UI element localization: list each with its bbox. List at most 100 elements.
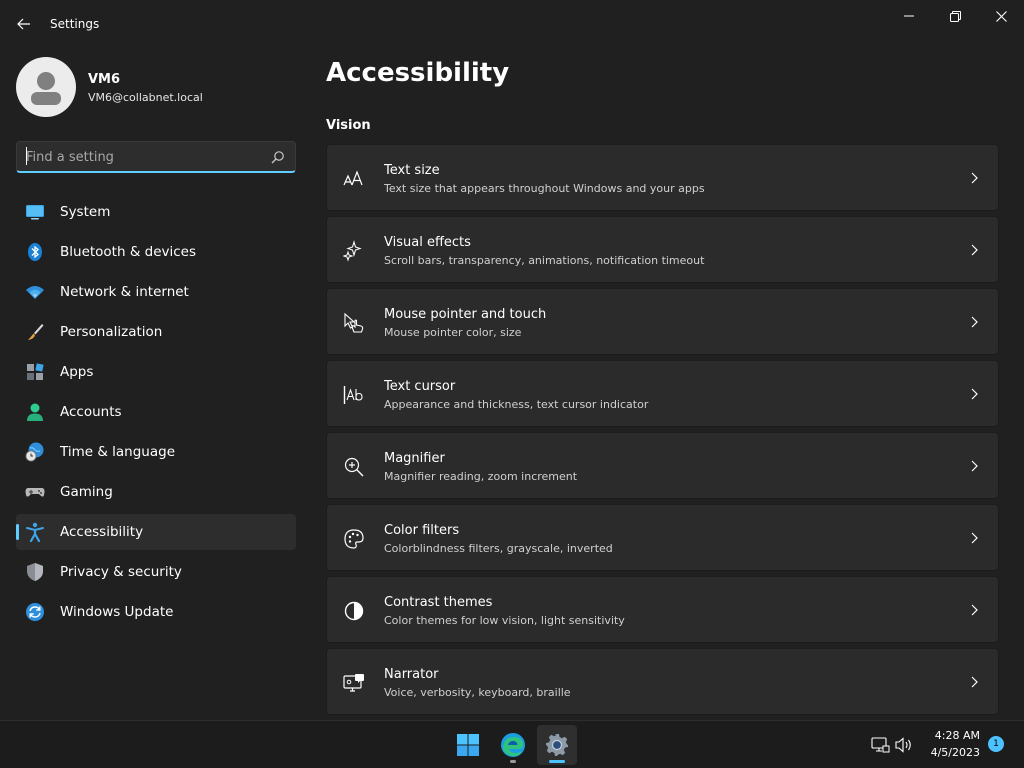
sidebar-item-label: Apps [60, 364, 94, 380]
card-description: Scroll bars, transparency, animations, n… [384, 254, 705, 267]
sidebar-item-windows-update[interactable]: Windows Update [16, 594, 296, 630]
main-content: Accessibility Vision Text size Text size… [326, 0, 1024, 720]
settings-gear-icon [546, 734, 568, 756]
text-cursor-icon [343, 386, 363, 404]
card-title: Text cursor [384, 379, 456, 394]
back-button[interactable] [10, 10, 38, 38]
sidebar-item-label: System [60, 204, 111, 220]
volume-icon[interactable] [894, 735, 914, 755]
accessibility-icon [26, 522, 44, 542]
pointer-hand-icon [344, 312, 364, 333]
sidebar-item-label: Time & language [60, 444, 176, 460]
globe-clock-icon [25, 442, 44, 462]
profile-name: VM6 [88, 72, 121, 87]
narrator-icon [343, 674, 364, 692]
chevron-right-icon [971, 316, 978, 328]
sidebar-item-time-language[interactable]: Time & language [16, 434, 296, 470]
card-description: Text size that appears throughout Window… [384, 182, 705, 195]
chevron-right-icon [971, 532, 978, 544]
sidebar-item-label: Gaming [60, 484, 113, 500]
sidebar-item-apps[interactable]: Apps [16, 354, 296, 390]
arrow-left-icon [17, 18, 30, 30]
app-title: Settings [50, 17, 100, 31]
settings-card-mouse-pointer[interactable]: Mouse pointer and touch Mouse pointer co… [326, 288, 999, 355]
profile-email: VM6@collabnet.local [88, 91, 203, 104]
app-running-indicator [510, 760, 516, 763]
system-icon [26, 205, 44, 220]
card-title: Visual effects [384, 235, 471, 250]
gamepad-icon [25, 488, 45, 497]
sidebar-item-system[interactable]: System [16, 194, 296, 230]
taskbar-edge-button[interactable] [493, 725, 533, 765]
sidebar-item-label: Bluetooth & devices [60, 244, 197, 260]
card-description: Colorblindness filters, grayscale, inver… [384, 542, 613, 555]
sidebar-item-network[interactable]: Network & internet [16, 274, 296, 310]
sparkle-icon [343, 240, 362, 262]
settings-card-contrast-themes[interactable]: Contrast themes Color themes for low vis… [326, 576, 999, 643]
chevron-right-icon [971, 604, 978, 616]
contrast-icon [344, 601, 364, 621]
wifi-icon [26, 286, 44, 299]
settings-card-narrator[interactable]: Narrator Voice, verbosity, keyboard, bra… [326, 648, 999, 715]
card-description: Color themes for low vision, light sensi… [384, 614, 625, 627]
taskbar-start-button[interactable] [448, 725, 488, 765]
card-description: Magnifier reading, zoom increment [384, 470, 578, 483]
shield-icon [27, 563, 43, 581]
settings-window: Settings VM6 VM6@collabnet.local Find a … [0, 0, 1024, 720]
clock-time[interactable]: 4:28 AM [928, 729, 980, 742]
search-box[interactable] [16, 141, 296, 173]
card-title: Text size [384, 163, 440, 178]
sidebar-item-gaming[interactable]: Gaming [16, 474, 296, 510]
card-title: Magnifier [384, 451, 445, 466]
network-wired-icon[interactable] [870, 735, 890, 755]
chevron-right-icon [971, 676, 978, 688]
clock-date[interactable]: 4/5/2023 [922, 746, 980, 759]
sidebar-item-label: Network & internet [60, 284, 189, 300]
magnifier-icon [344, 457, 364, 477]
chevron-right-icon [971, 388, 978, 400]
person-avatar-icon [31, 72, 61, 105]
notification-badge[interactable]: 1 [988, 736, 1004, 752]
settings-card-magnifier[interactable]: Magnifier Magnifier reading, zoom increm… [326, 432, 999, 499]
chevron-right-icon [971, 244, 978, 256]
windows-start-icon [457, 734, 479, 756]
section-heading: Vision [326, 118, 371, 133]
settings-list: Text size Text size that appears through… [326, 144, 999, 720]
brush-icon [28, 324, 44, 340]
settings-card-color-filters[interactable]: Color filters Colorblindness filters, gr… [326, 504, 999, 571]
card-title: Narrator [384, 667, 439, 682]
search-icon[interactable] [271, 150, 285, 164]
card-description: Voice, verbosity, keyboard, braille [384, 686, 571, 699]
sidebar-nav: System Bluetooth & devices Network & int… [16, 194, 296, 634]
taskbar: 4:28 AM 4/5/2023 [0, 720, 1024, 768]
settings-card-text-cursor[interactable]: Text cursor Appearance and thickness, te… [326, 360, 999, 427]
sidebar-item-accounts[interactable]: Accounts [16, 394, 296, 430]
settings-card-text-size[interactable]: Text size Text size that appears through… [326, 144, 999, 211]
avatar[interactable] [16, 57, 76, 117]
card-description: Appearance and thickness, text cursor in… [384, 398, 649, 411]
sidebar-item-accessibility[interactable]: Accessibility [16, 514, 296, 550]
palette-icon [344, 529, 364, 549]
sidebar-item-privacy[interactable]: Privacy & security [16, 554, 296, 590]
sidebar-item-personalization[interactable]: Personalization [16, 314, 296, 350]
card-title: Color filters [384, 523, 460, 538]
chevron-right-icon [971, 172, 978, 184]
text-size-icon [343, 170, 363, 186]
sidebar-item-bluetooth[interactable]: Bluetooth & devices [16, 234, 296, 270]
sidebar-item-label: Windows Update [60, 604, 174, 620]
user-profile[interactable]: VM6 VM6@collabnet.local [16, 57, 296, 117]
edge-icon [501, 733, 525, 757]
settings-card-visual-effects[interactable]: Visual effects Scroll bars, transparency… [326, 216, 999, 283]
taskbar-settings-button[interactable] [537, 725, 577, 765]
card-title: Contrast themes [384, 595, 493, 610]
sidebar-item-label: Privacy & security [60, 564, 182, 580]
page-title: Accessibility [326, 58, 510, 88]
apps-icon [27, 363, 44, 380]
search-input[interactable] [26, 148, 256, 166]
card-description: Mouse pointer color, size [384, 326, 522, 339]
card-title: Mouse pointer and touch [384, 307, 547, 322]
update-icon [26, 603, 44, 621]
person-icon [27, 403, 43, 421]
sidebar-item-label: Accounts [60, 404, 122, 420]
app-active-indicator [549, 760, 565, 763]
